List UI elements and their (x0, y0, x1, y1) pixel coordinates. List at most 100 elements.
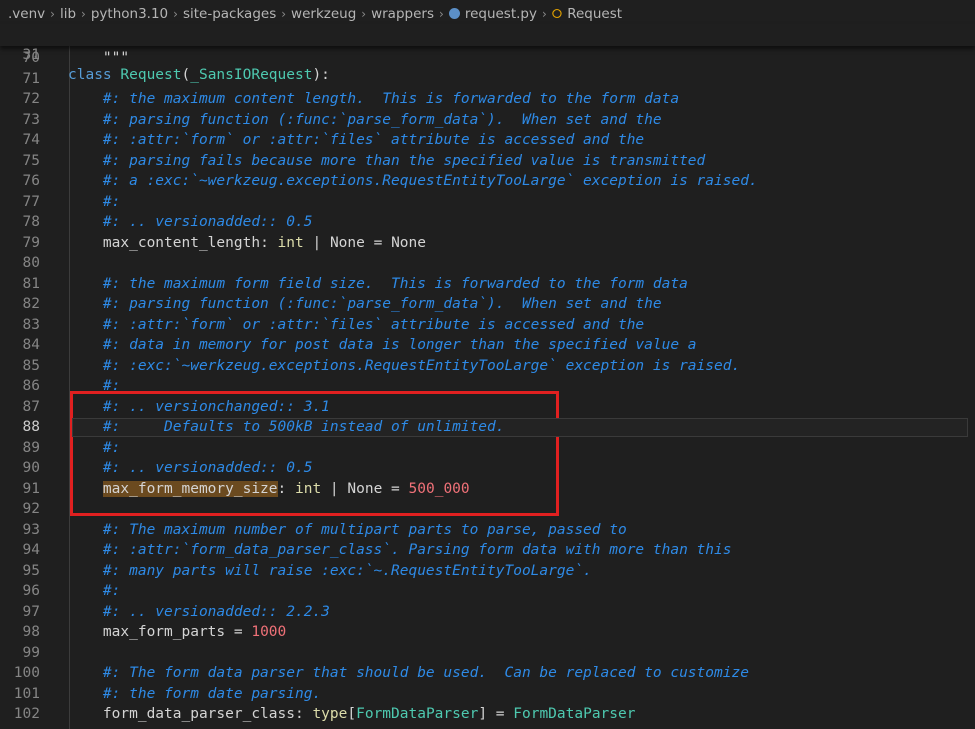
code-line[interactable]: 90 #: .. versionadded:: 0.5 (0, 458, 975, 479)
code-line[interactable]: 100 #: The form data parser that should … (0, 663, 975, 684)
code-line[interactable]: 84 #: data in memory for post data is lo… (0, 335, 975, 356)
code-line[interactable]: 83 #: :attr:`form` or :attr:`files` attr… (0, 315, 975, 336)
breadcrumb-item[interactable]: .venv (8, 6, 45, 22)
breadcrumb-item[interactable]: request.py (448, 6, 537, 22)
code-token: #: :attr:`form_data_parser_class`. Parsi… (68, 542, 732, 558)
code-token: max_form_parts (68, 624, 226, 640)
code-line[interactable]: 101 #: the form date parsing. (0, 684, 975, 705)
code-line[interactable]: 85 #: :exc:`~werkzeug.exceptions.Request… (0, 356, 975, 377)
code-line[interactable]: 102 form_data_parser_class: type[FormDat… (0, 704, 975, 725)
line-number: 92 (22, 501, 40, 517)
breadcrumb-item[interactable]: lib (60, 6, 76, 22)
breadcrumb-item[interactable]: python3.10 (91, 6, 168, 22)
code-token: #: :exc:`~werkzeug.exceptions.RequestEnt… (68, 357, 741, 374)
line-number: 86 (22, 378, 40, 394)
code-text: max_form_parts = 1000 (68, 622, 286, 643)
code-line[interactable]: 81 #: the maximum form field size. This … (0, 274, 975, 295)
keyword: class (68, 67, 112, 83)
code-line[interactable]: 77 #: (0, 192, 975, 213)
line-number: 96 (22, 583, 40, 599)
code-line[interactable]: 94 #: :attr:`form_data_parser_class`. Pa… (0, 540, 975, 561)
code-text: #: the form date parsing. (68, 684, 321, 705)
line-number: 89 (22, 439, 40, 456)
code-token: #: (68, 439, 121, 456)
code-token: int (295, 480, 322, 497)
code-text: #: parsing function (:func:`parse_form_d… (68, 294, 662, 315)
line-number: 102 (13, 706, 40, 722)
code-text: #: (68, 438, 120, 459)
code-line[interactable]: 95 #: many parts will raise :exc:`~.Requ… (0, 561, 975, 582)
line-number: 77 (22, 193, 40, 210)
code-token: max_content_length (68, 234, 261, 251)
code-text: #: .. versionadded:: 2.2.3 (68, 602, 330, 623)
code-text: #: .. versionchanged:: 3.1 (68, 397, 330, 418)
base-class-name: _SansIORequest (190, 67, 313, 83)
line-number: 73 (22, 111, 40, 128)
code-line[interactable]: 88 #: Defaults to 500kB instead of unlim… (0, 417, 975, 438)
breadcrumb-label: werkzeug (291, 6, 357, 22)
code-token: None (347, 480, 383, 497)
code-line[interactable]: 76 #: a :exc:`~werkzeug.exceptions.Reque… (0, 171, 975, 192)
breadcrumb-label: wrappers (371, 6, 434, 22)
code-line[interactable]: 93 #: The maximum number of multipart pa… (0, 520, 975, 541)
code-line[interactable]: 97 #: .. versionadded:: 2.2.3 (0, 602, 975, 623)
line-number: 97 (22, 603, 40, 620)
code-token: #: (68, 193, 121, 210)
sticky-class-declaration[interactable]: class Request(_SansIORequest): (68, 65, 330, 86)
code-token: #: Defaults to 500kB instead of unlimite… (68, 419, 505, 435)
code-token: : (294, 706, 313, 722)
code-text: #: (68, 192, 120, 213)
line-number: 79 (22, 234, 40, 251)
code-token: #: The form data parser that should be u… (68, 665, 749, 681)
line-number: 93 (22, 521, 40, 538)
code-token: 500_000 (408, 480, 470, 497)
code-line[interactable]: 73 #: parsing function (:func:`parse_for… (0, 110, 975, 131)
code-text: form_data_parser_class: type[FormDataPar… (68, 704, 636, 725)
line-number: 78 (22, 214, 40, 230)
line-number: 94 (22, 542, 40, 558)
code-token: = (225, 624, 252, 640)
code-text: #: the maximum form field size. This is … (68, 274, 688, 295)
code-text: #: a :exc:`~werkzeug.exceptions.RequestE… (68, 171, 758, 192)
code-line[interactable]: 74 #: :attr:`form` or :attr:`files` attr… (0, 130, 975, 151)
code-text: #: parsing function (:func:`parse_form_d… (68, 110, 662, 131)
sticky-scroll-header[interactable]: 31 class Request(_SansIORequest): (0, 24, 975, 83)
chevron-right-icon: › (81, 7, 86, 21)
code-line[interactable]: 92 (0, 499, 975, 520)
code-line[interactable]: 75 #: parsing fails because more than th… (0, 151, 975, 172)
code-line[interactable]: 82 #: parsing function (:func:`parse_for… (0, 294, 975, 315)
code-line[interactable]: 72 #: the maximum content length. This i… (0, 89, 975, 110)
code-token: FormDataParser (356, 706, 479, 722)
line-number: 95 (22, 562, 40, 579)
code-line[interactable]: 98 max_form_parts = 1000 (0, 622, 975, 643)
code-line[interactable]: 89 #: (0, 438, 975, 459)
code-text: #: The form data parser that should be u… (68, 663, 749, 684)
code-text: #: the maximum content length. This is f… (68, 89, 679, 110)
chevron-right-icon: › (439, 7, 444, 21)
code-line[interactable]: 80 (0, 253, 975, 274)
breadcrumb-item[interactable]: werkzeug (291, 6, 356, 22)
code-line[interactable]: 87 #: .. versionchanged:: 3.1 (0, 397, 975, 418)
code-line[interactable]: 78 #: .. versionadded:: 0.5 (0, 212, 975, 233)
code-line[interactable]: 79 max_content_length: int | None = None (0, 233, 975, 254)
breadcrumb-item[interactable]: ⭘ Request (552, 6, 622, 22)
breadcrumb-label: request.py (464, 6, 537, 22)
code-token: #: :attr:`form` or :attr:`files` attribu… (68, 316, 645, 333)
code-line[interactable]: 86 #: (0, 376, 975, 397)
code-token: #: .. versionadded:: 2.2.3 (68, 603, 330, 620)
code-text: #: (68, 376, 120, 397)
code-line[interactable]: 96 #: (0, 581, 975, 602)
python-file-icon (448, 8, 460, 19)
code-line[interactable]: 91 max_form_memory_size: int | None = 50… (0, 479, 975, 500)
breadcrumb-item[interactable]: site-packages (183, 6, 276, 22)
chevron-right-icon: › (541, 7, 547, 21)
breadcrumb-item[interactable]: wrappers (371, 6, 434, 22)
code-token: #: The maximum number of multipart parts… (68, 521, 627, 538)
line-number: 98 (22, 624, 40, 640)
code-text: #: .. versionadded:: 0.5 (68, 458, 313, 479)
code-line[interactable]: 99 (0, 643, 975, 664)
chevron-right-icon: › (361, 7, 367, 21)
code-editor[interactable]: 70 """ 71 72 #: the maximum content length… (0, 46, 975, 729)
line-number: 75 (22, 152, 40, 169)
